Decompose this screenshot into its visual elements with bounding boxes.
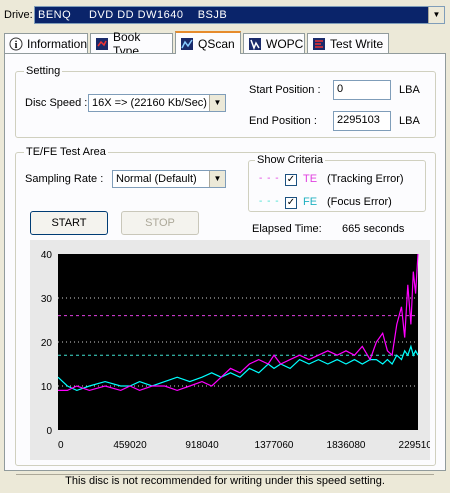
show-criteria-legend: Show Criteria	[255, 154, 326, 166]
tab-label: Test Write	[330, 36, 384, 51]
testwrite-icon	[312, 37, 326, 51]
y-tick-label: 10	[41, 382, 53, 393]
fe-description: (Focus Error)	[327, 196, 392, 208]
tab-label: WOPC	[266, 36, 304, 51]
tefe-chart-svg: 0 10 20 30 40 0 459020 918040 1377060 1836080 2295…	[30, 240, 438, 460]
tab-test-write[interactable]: Test Write	[307, 33, 389, 53]
elapsed-time-label: Elapsed Time:	[252, 223, 322, 235]
chevron-down-icon[interactable]: ▼	[428, 7, 444, 23]
chevron-down-icon[interactable]: ▼	[209, 171, 225, 187]
setting-legend: Setting	[24, 65, 63, 77]
tab-bar: i Information Book Type QScan WOPC Test …	[4, 30, 444, 58]
x-tick-label: 1836080	[327, 440, 366, 451]
y-tick-label: 0	[46, 426, 52, 437]
disc-speed-value: 16X => (22160 Kb/Sec)	[92, 97, 207, 109]
end-position-label: End Position :	[249, 115, 317, 127]
disc-speed-label: Disc Speed :	[25, 97, 88, 109]
y-tick-label: 40	[41, 250, 53, 261]
tefe-test-area: TE/FE Test Area Sampling Rate : Normal (…	[15, 146, 438, 466]
sampling-rate-value: Normal (Default)	[116, 173, 197, 185]
show-criteria-group: Show Criteria - - - ✓ TE (Tracking Error…	[248, 154, 426, 212]
x-tick-label: 1377060	[255, 440, 294, 451]
elapsed-time-value: 665 seconds	[342, 223, 405, 235]
end-position-input[interactable]: 2295103	[333, 111, 391, 131]
info-icon: i	[9, 37, 23, 51]
x-tick-label: 918040	[185, 440, 219, 451]
qscan-icon	[180, 37, 194, 51]
wopc-icon	[248, 37, 262, 51]
te-description: (Tracking Error)	[327, 173, 404, 185]
start-unit: LBA	[399, 84, 420, 96]
tab-label: QScan	[198, 36, 235, 51]
test-area-legend: TE/FE Test Area	[24, 146, 108, 158]
drive-select-value: BENQ DVD DD DW1640 BSJB	[38, 9, 228, 21]
y-tick-label: 20	[41, 338, 53, 349]
x-tick-label: 459020	[113, 440, 147, 451]
status-message: This disc is not recommended for writing…	[16, 474, 434, 493]
drive-label: Drive:	[4, 9, 33, 21]
te-code: TE	[303, 173, 318, 185]
tab-information[interactable]: i Information	[4, 33, 88, 53]
fe-criteria-swatch: - - -	[259, 196, 280, 207]
x-tick-label: 0	[58, 440, 64, 451]
te-checkbox[interactable]: ✓	[285, 174, 297, 186]
fe-checkbox[interactable]: ✓	[285, 197, 297, 209]
sampling-rate-label: Sampling Rate :	[25, 173, 104, 185]
qscan-panel: Setting Disc Speed : 16X => (22160 Kb/Se…	[4, 53, 446, 471]
y-tick-label: 30	[41, 294, 53, 305]
te-criteria-swatch: - - -	[259, 173, 280, 184]
start-position-input[interactable]: 0	[333, 80, 391, 100]
start-button[interactable]: START	[30, 211, 108, 235]
disc-speed-select[interactable]: 16X => (22160 Kb/Sec) ▼	[88, 94, 226, 112]
x-tick-label: 2295103	[399, 440, 430, 451]
start-position-label: Start Position :	[249, 84, 321, 96]
tab-label: Information	[27, 36, 88, 51]
svg-text:i: i	[15, 40, 18, 51]
tab-qscan[interactable]: QScan	[175, 31, 241, 54]
sampling-rate-select[interactable]: Normal (Default) ▼	[112, 170, 226, 188]
tefe-chart: 0 10 20 30 40 0 459020 918040 1377060 1836080 2295…	[30, 240, 438, 460]
chevron-down-icon[interactable]: ▼	[209, 95, 225, 111]
book-icon	[95, 37, 109, 51]
tab-book-type[interactable]: Book Type	[90, 30, 173, 58]
fe-code: FE	[303, 196, 318, 208]
end-unit: LBA	[399, 115, 420, 127]
stop-button[interactable]: STOP	[121, 211, 199, 235]
tab-wopc[interactable]: WOPC	[243, 33, 305, 53]
setting-group: Setting Disc Speed : 16X => (22160 Kb/Se…	[15, 65, 436, 138]
drive-select[interactable]: BENQ DVD DD DW1640 BSJB ▼	[34, 6, 445, 24]
